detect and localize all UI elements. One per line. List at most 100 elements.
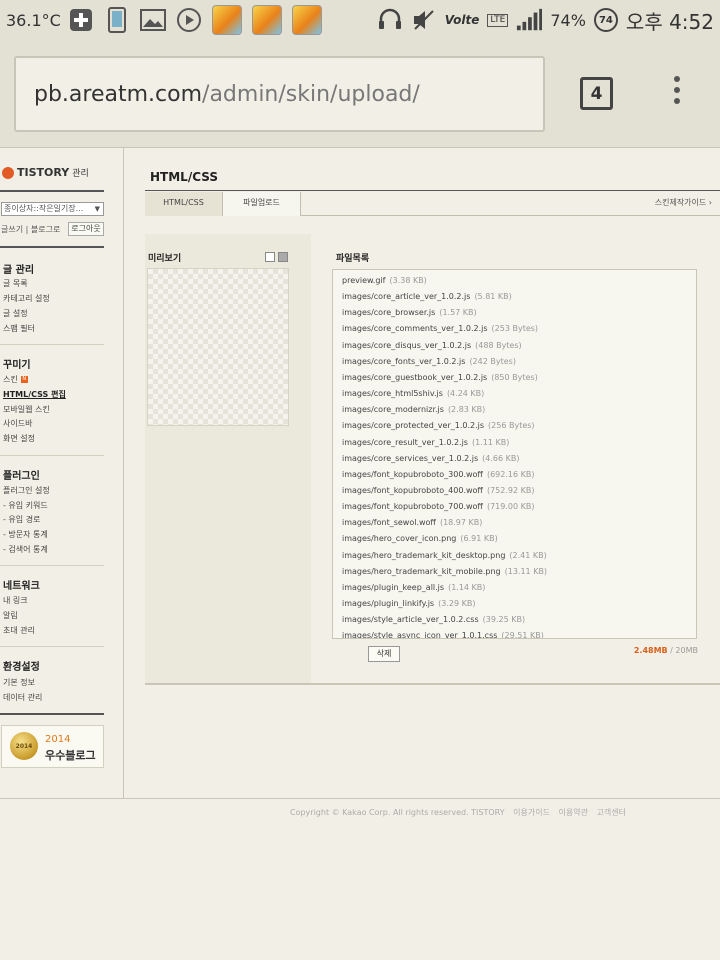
tab-switcher-button[interactable]: 4 xyxy=(580,77,613,110)
file-list-item[interactable]: images/core_fonts_ver_1.0.2.js (242 Bytes… xyxy=(342,357,516,366)
file-list-item[interactable]: images/core_html5shiv.js (4.24 KB) xyxy=(342,389,484,398)
sidebar-divider xyxy=(0,246,104,248)
status-bar: 36.1°C Volte LTE 74% 74 오후 4:52 xyxy=(0,0,720,40)
file-list-title: 파일목록 xyxy=(336,254,370,264)
footer-link-terms[interactable]: 이용약관 xyxy=(559,808,588,817)
blog-link[interactable]: 블로그로 xyxy=(31,225,60,234)
game-icon xyxy=(252,5,282,35)
file-list-item[interactable]: images/hero_trademark_kit_desktop.png (2.… xyxy=(342,551,547,560)
file-name: images/core_guestbook_ver_1.0.2.js xyxy=(342,372,488,382)
preview-bg-toggle xyxy=(265,252,288,262)
file-list-item[interactable]: images/plugin_keep_all.js (1.14 KB) xyxy=(342,583,485,592)
sidebar-item-my-links[interactable]: 내 링크 xyxy=(3,595,28,606)
delete-button[interactable]: 삭제 xyxy=(368,646,400,662)
file-size: (39.25 KB) xyxy=(482,615,526,625)
file-size: (719.00 KB) xyxy=(486,502,535,512)
file-list-item[interactable]: images/core_disqus_ver_1.0.2.js (488 Byte… xyxy=(342,341,522,350)
footer-link-guide[interactable]: 이용가이드 xyxy=(513,808,550,817)
file-list-item[interactable]: images/style_async_icon_ver_1.0.1.css (29… xyxy=(342,631,544,638)
file-name: images/core_disqus_ver_1.0.2.js xyxy=(342,340,472,350)
file-name: images/hero_cover_icon.png xyxy=(342,534,457,544)
file-list-item[interactable]: images/hero_cover_icon.png (6.91 KB) xyxy=(342,534,498,543)
file-list-item[interactable]: images/font_sewol.woff (18.97 KB) xyxy=(342,518,482,527)
sidebar-item-inflow-keywords[interactable]: - 유입 키워드 xyxy=(3,500,48,511)
file-name: images/font_kopubroboto_400.woff xyxy=(342,485,483,495)
light-bg-button[interactable] xyxy=(265,252,275,262)
file-name: images/hero_trademark_kit_desktop.png xyxy=(342,550,506,560)
file-size: (692.16 KB) xyxy=(486,469,535,479)
sidebar-item-spam-filter[interactable]: 스팸 필터 xyxy=(3,323,35,334)
content-divider xyxy=(145,683,720,685)
file-list-item[interactable]: images/core_browser.js (1.57 KB) xyxy=(342,308,477,317)
brand-name: TISTORY xyxy=(17,166,70,179)
file-list-item[interactable]: images/core_services_ver_1.0.2.js (4.66 K… xyxy=(342,454,520,463)
file-name: images/core_html5shiv.js xyxy=(342,389,443,399)
file-list-item[interactable]: images/font_kopubroboto_400.woff (752.92 … xyxy=(342,486,534,495)
chevron-down-icon: ▼ xyxy=(94,205,100,213)
new-badge: N xyxy=(20,376,28,383)
file-size: (1.14 KB) xyxy=(448,582,486,592)
file-list-item[interactable]: images/core_comments_ver_1.0.2.js (253 By… xyxy=(342,324,538,333)
file-size: (488 Bytes) xyxy=(475,340,522,350)
sidebar-item-search-stats[interactable]: - 검색어 통계 xyxy=(3,544,48,555)
section-title-network: 네트워크 xyxy=(3,581,40,592)
file-size: (242 Bytes) xyxy=(469,356,516,366)
sidebar-item-visitor-stats[interactable]: - 방문자 통계 xyxy=(3,529,48,540)
sidebar-item-html-css[interactable]: HTML/CSS 편집 xyxy=(3,389,66,400)
award-name: 우수블로그 xyxy=(45,749,96,762)
file-list-item[interactable]: images/style_article_ver_1.0.2.css (39.25… xyxy=(342,615,525,624)
sidebar-item-data-management[interactable]: 데이터 관리 xyxy=(3,692,42,703)
file-size: (752.92 KB) xyxy=(486,485,535,495)
url-bar[interactable]: pb.areatm.com/admin/skin/upload/ xyxy=(14,56,545,132)
section-title-design: 꾸미기 xyxy=(3,360,31,371)
file-list-item[interactable]: images/core_result_ver_1.0.2.js (1.11 KB) xyxy=(342,438,509,447)
file-list-item[interactable]: images/font_kopubroboto_300.woff (692.16 … xyxy=(342,470,534,479)
file-size: (4.24 KB) xyxy=(446,389,485,399)
sidebar-item-post-list[interactable]: 글 목록 xyxy=(3,278,28,289)
file-list[interactable]: preview.gif (3.38 KB) images/core_article_… xyxy=(332,269,697,639)
file-list-item[interactable]: images/plugin_linkify.js (3.29 KB) xyxy=(342,599,475,608)
dark-bg-button[interactable] xyxy=(278,252,288,262)
file-list-item[interactable]: images/font_kopubroboto_700.woff (719.00 … xyxy=(342,502,534,511)
sidebar-item-mobile-skin[interactable]: 모바일웹 스킨 xyxy=(3,404,50,415)
url-host: pb.areatm.com xyxy=(34,81,203,107)
sidebar-item-skin-label: 스킨 xyxy=(3,375,18,384)
sidebar-item-invitations[interactable]: 초대 관리 xyxy=(3,625,35,636)
overflow-menu-icon[interactable] xyxy=(670,76,684,112)
sidebar-item-skin[interactable]: 스킨 N xyxy=(3,374,28,385)
file-list-item[interactable]: images/core_guestbook_ver_1.0.2.js (850 B… xyxy=(342,373,538,382)
tab-html-css[interactable]: HTML/CSS xyxy=(145,192,223,216)
tistory-logo[interactable]: TISTORY 관리 xyxy=(2,166,89,179)
gallery-icon xyxy=(140,7,166,33)
sidebar-item-basic-info[interactable]: 기본 정보 xyxy=(3,677,35,688)
blog-select[interactable]: 종이상자::작은일기장... ▼ xyxy=(1,202,104,216)
skin-guide-link[interactable]: 스킨제작가이드 › xyxy=(655,192,712,214)
upload-content: 미리보기 파일목록 preview.gif (3.38 KB) images/cor… xyxy=(145,234,720,684)
storage-total: / 20MB xyxy=(667,646,698,655)
logout-button[interactable]: 로그아웃 xyxy=(68,222,104,236)
section-title-posts: 글 관리 xyxy=(3,265,35,276)
best-blog-award[interactable]: 2014 2014 우수블로그 xyxy=(1,725,104,768)
tab-bar: HTML/CSS 파일업로드 스킨제작가이드 › xyxy=(145,192,720,216)
file-name: images/font_kopubroboto_300.woff xyxy=(342,469,483,479)
file-size: (6.91 KB) xyxy=(460,534,498,544)
sidebar-item-plugin-settings[interactable]: 플러그인 설정 xyxy=(3,485,50,496)
sidebar-item-post-settings[interactable]: 글 설정 xyxy=(3,308,28,319)
file-list-item[interactable]: images/hero_trademark_kit_mobile.png (13.… xyxy=(342,567,547,576)
sidebar-item-screen-settings[interactable]: 화면 설정 xyxy=(3,433,35,444)
storage-used: 2.48MB xyxy=(633,646,668,655)
section-title-settings: 환경설정 xyxy=(3,662,40,673)
file-list-item[interactable]: images/core_protected_ver_1.0.2.js (256 B… xyxy=(342,421,535,430)
sidebar-item-sidebar[interactable]: 사이드바 xyxy=(3,418,32,429)
title-divider xyxy=(145,190,720,191)
file-list-item[interactable]: images/core_article_ver_1.0.2.js (5.81 KB… xyxy=(342,292,512,301)
file-list-item[interactable]: images/core_modernizr.js (2.83 KB) xyxy=(342,405,485,414)
write-link[interactable]: 글쓰기 xyxy=(1,225,23,234)
sidebar-item-inflow-path[interactable]: - 유입 경로 xyxy=(3,514,40,525)
sidebar-item-notifications[interactable]: 알림 xyxy=(3,610,18,621)
sidebar-divider xyxy=(0,713,104,715)
tab-file-upload[interactable]: 파일업로드 xyxy=(223,192,301,216)
file-list-item[interactable]: preview.gif (3.38 KB) xyxy=(342,276,427,285)
sidebar-item-category[interactable]: 카테고리 설정 xyxy=(3,293,50,304)
footer-link-support[interactable]: 고객센터 xyxy=(597,808,626,817)
